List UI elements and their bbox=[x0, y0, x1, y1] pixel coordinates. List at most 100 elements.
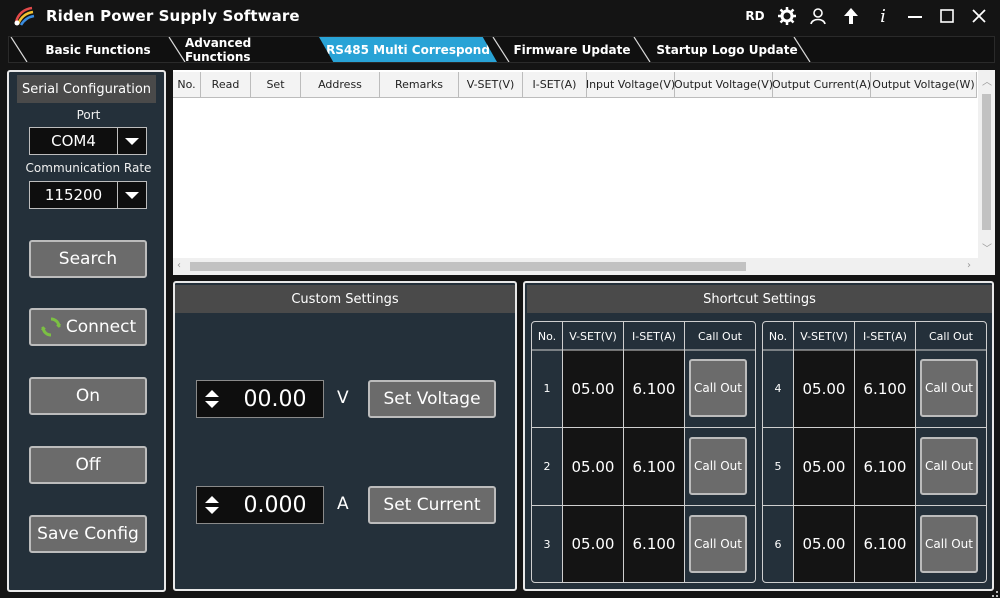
horizontal-scrollbar[interactable]: ‹ › bbox=[173, 258, 995, 275]
decrement-icon[interactable] bbox=[205, 507, 219, 514]
communication-rate-label: Communication Rate bbox=[25, 161, 152, 175]
iset-value: 6.100 bbox=[855, 506, 915, 582]
app-logo-icon bbox=[12, 4, 36, 28]
gear-icon[interactable] bbox=[776, 5, 798, 27]
on-button[interactable]: On bbox=[29, 377, 147, 415]
vset-value: 05.00 bbox=[563, 350, 623, 427]
column-header: I-SET(A) bbox=[863, 329, 907, 343]
tab-advanced-functions[interactable]: Advanced Functions bbox=[169, 36, 319, 64]
port-select[interactable]: COM4 bbox=[29, 127, 147, 155]
iset-value: 6.100 bbox=[624, 428, 684, 505]
call-out-button[interactable]: Call Out bbox=[920, 359, 978, 417]
tab-bar: Basic Functions Advanced Functions RS485… bbox=[8, 36, 995, 64]
column-header[interactable]: V-SET(V) bbox=[459, 72, 523, 98]
chevron-down-icon[interactable] bbox=[117, 182, 146, 208]
column-header[interactable]: Output Current(A) bbox=[772, 72, 871, 98]
current-stepper[interactable]: 0.000 bbox=[196, 486, 324, 524]
column-header[interactable]: Output Voltage(W) bbox=[871, 72, 977, 98]
decrement-icon[interactable] bbox=[205, 401, 219, 408]
scroll-left-icon[interactable]: ‹ bbox=[177, 260, 181, 271]
column-header: I-SET(A) bbox=[632, 329, 676, 343]
minimize-icon[interactable] bbox=[904, 5, 926, 27]
iset-value: 6.100 bbox=[855, 350, 915, 427]
call-out-button[interactable]: Call Out bbox=[920, 515, 978, 573]
column-header[interactable]: Input Voltage(V) bbox=[586, 72, 675, 98]
serial-config-header: Serial Configuration bbox=[17, 75, 156, 103]
column-header: V-SET(V) bbox=[569, 329, 617, 343]
shortcut-grid-right: No. V-SET(V) I-SET(A) Call Out 4 05.00 6… bbox=[762, 321, 987, 583]
call-out-button[interactable]: Call Out bbox=[920, 437, 978, 495]
off-button[interactable]: Off bbox=[29, 446, 147, 484]
vertical-scroll-thumb[interactable] bbox=[982, 94, 991, 230]
rd-logo-icon[interactable]: RD bbox=[744, 5, 766, 27]
tab-basic-functions[interactable]: Basic Functions bbox=[9, 37, 169, 62]
voltage-stepper[interactable]: 00.00 bbox=[196, 380, 324, 418]
chevron-down-icon[interactable] bbox=[117, 128, 146, 154]
row-number: 1 bbox=[543, 382, 551, 395]
device-table[interactable]: No. Read Set Address Remarks V-SET(V) I-… bbox=[173, 70, 995, 275]
upload-arrow-icon[interactable] bbox=[840, 5, 862, 27]
vset-value: 05.00 bbox=[563, 428, 623, 505]
row-number: 6 bbox=[774, 537, 782, 551]
set-current-button[interactable]: Set Current bbox=[368, 486, 496, 524]
column-header[interactable]: No. bbox=[173, 72, 201, 98]
rate-select[interactable]: 115200 bbox=[29, 181, 147, 209]
tab-rs485-multi-correspond[interactable]: RS485 Multi Correspond bbox=[319, 37, 497, 62]
title-bar[interactable]: Riden Power Supply Software RD i bbox=[0, 0, 1000, 32]
iset-value: 6.100 bbox=[624, 506, 684, 582]
column-header: V-SET(V) bbox=[800, 329, 848, 343]
scroll-up-icon[interactable]: ︿ bbox=[982, 73, 992, 88]
iset-value: 6.100 bbox=[624, 350, 684, 427]
connect-label: Connect bbox=[65, 317, 137, 337]
tab-firmware-update[interactable]: Firmware Update bbox=[497, 37, 637, 62]
column-header[interactable]: Set bbox=[251, 72, 301, 98]
close-icon[interactable] bbox=[968, 5, 990, 27]
voltage-unit: V bbox=[337, 388, 349, 408]
column-header: Call Out bbox=[698, 329, 742, 343]
rate-value: 115200 bbox=[44, 186, 103, 204]
info-icon[interactable]: i bbox=[872, 5, 894, 27]
call-out-button[interactable]: Call Out bbox=[689, 437, 747, 495]
maximize-icon[interactable] bbox=[936, 5, 958, 27]
resize-grip-icon[interactable] bbox=[988, 586, 998, 597]
voltage-value[interactable]: 00.00 bbox=[227, 387, 323, 412]
shortcut-settings-panel: Shortcut Settings No. V-SET(V) I-SET(A) … bbox=[523, 281, 994, 591]
column-header[interactable]: Read bbox=[201, 72, 251, 98]
vertical-scrollbar[interactable]: ︿ ﹀ bbox=[978, 70, 995, 260]
app-window: Riden Power Supply Software RD i Basic F… bbox=[0, 0, 1000, 598]
set-voltage-button[interactable]: Set Voltage bbox=[368, 380, 496, 418]
shortcut-grid-left: No. V-SET(V) I-SET(A) Call Out 1 05.00 6… bbox=[531, 321, 756, 583]
column-header: Call Out bbox=[929, 329, 973, 343]
vset-value: 05.00 bbox=[794, 428, 854, 505]
vset-value: 05.00 bbox=[794, 350, 854, 427]
serial-config-panel: Serial Configuration Port COM4 Communica… bbox=[7, 70, 166, 592]
current-value[interactable]: 0.000 bbox=[227, 493, 323, 518]
column-header[interactable]: Output Voltage(V) bbox=[674, 72, 773, 98]
tab-startup-logo-update[interactable]: Startup Logo Update bbox=[637, 37, 803, 62]
save-config-button[interactable]: Save Config bbox=[29, 515, 147, 553]
scroll-down-icon[interactable]: ﹀ bbox=[982, 240, 992, 255]
row-number: 3 bbox=[543, 537, 551, 551]
custom-settings-header: Custom Settings bbox=[175, 285, 515, 313]
user-icon[interactable] bbox=[808, 5, 830, 27]
vset-value: 05.00 bbox=[794, 506, 854, 582]
column-header[interactable]: Remarks bbox=[380, 72, 459, 98]
scroll-right-icon[interactable]: › bbox=[967, 260, 971, 271]
iset-value: 6.100 bbox=[855, 428, 915, 505]
window-title: Riden Power Supply Software bbox=[46, 7, 300, 25]
call-out-button[interactable]: Call Out bbox=[689, 359, 747, 417]
column-header: No. bbox=[537, 329, 557, 343]
current-unit: A bbox=[337, 494, 349, 514]
search-button[interactable]: Search bbox=[29, 240, 147, 278]
call-out-button[interactable]: Call Out bbox=[689, 515, 747, 573]
row-number: 4 bbox=[774, 382, 782, 395]
port-value: COM4 bbox=[51, 132, 96, 150]
refresh-icon bbox=[40, 316, 62, 338]
row-number: 2 bbox=[543, 460, 551, 473]
column-header[interactable]: Address bbox=[301, 72, 380, 98]
horizontal-scroll-thumb[interactable] bbox=[190, 262, 746, 271]
column-header[interactable]: I-SET(A) bbox=[523, 72, 587, 98]
increment-icon[interactable] bbox=[205, 496, 219, 503]
connect-button[interactable]: Connect bbox=[29, 308, 147, 346]
increment-icon[interactable] bbox=[205, 390, 219, 397]
